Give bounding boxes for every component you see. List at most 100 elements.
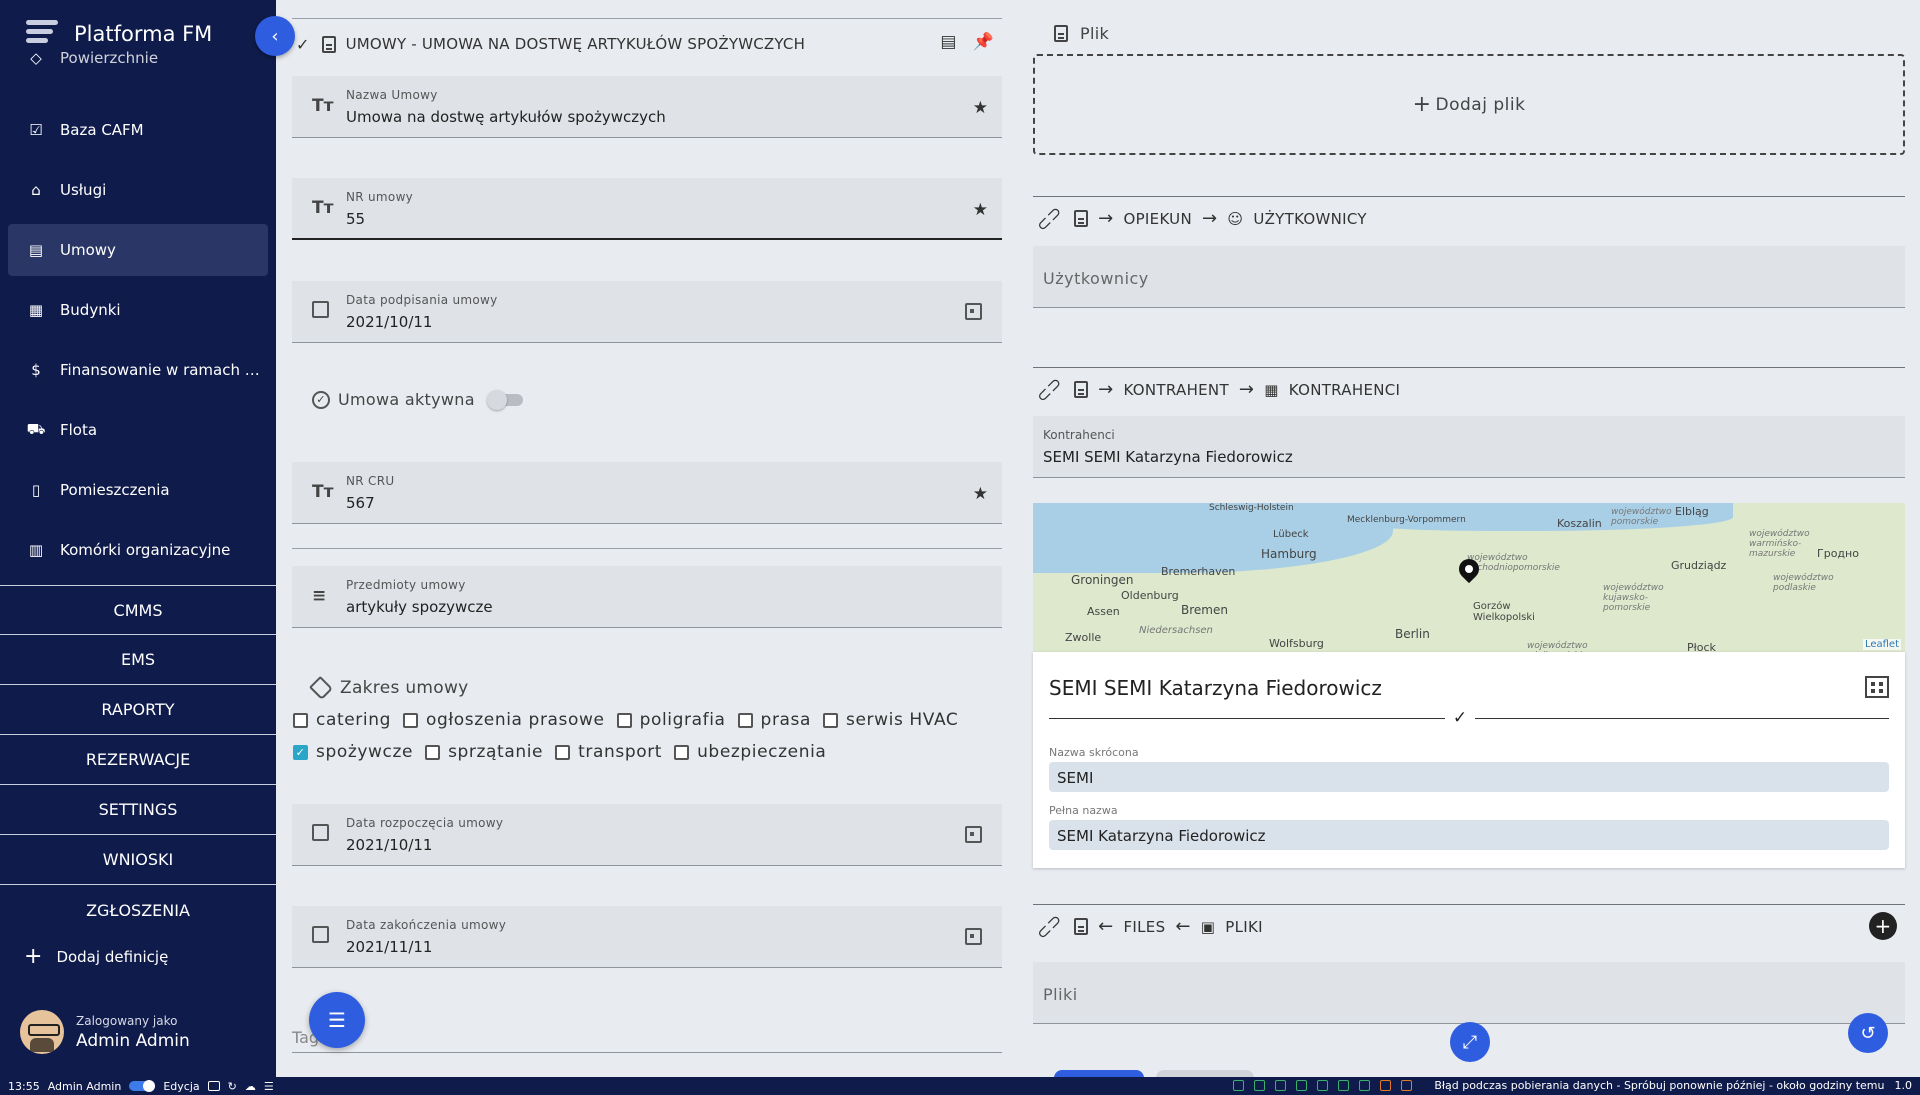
collapse-sidebar-button[interactable]: ‹ [255,16,295,56]
checkbox-ubezpieczenia[interactable]: ubezpieczenia [674,742,826,762]
document-icon [1074,918,1089,935]
divider [1033,367,1905,368]
card-title: SEMI SEMI Katarzyna Fiedorowicz [1049,676,1382,700]
date-picker-icon[interactable] [965,928,982,945]
checkbox-catering[interactable]: catering [293,710,391,730]
status-time: 13:55 [8,1079,40,1093]
file-dropzone[interactable]: + Dodaj plik [1033,54,1905,155]
checkbox-poligrafia[interactable]: poligrafia [616,710,726,730]
logout-icon[interactable] [207,1081,220,1091]
sidebar-group-wnioski[interactable]: WNIOSKI [0,835,276,885]
avatar [20,1010,64,1054]
map[interactable]: Schleswig-Holstein Mecklenburg-Vorpommer… [1033,503,1905,652]
receipt-icon[interactable]: ▤ [940,32,956,52]
document-icon [1074,210,1089,227]
sidebar-item-powierzchnie[interactable]: ◇ Powierzchnie [8,44,268,72]
building-icon[interactable] [1865,676,1889,698]
broom-icon: ⌂ [31,181,41,199]
sidebar-group-zgloszenia[interactable]: ZGŁOSZENIA [0,885,276,935]
edit-mode-toggle[interactable] [129,1080,156,1092]
star-icon[interactable]: ★ [973,200,988,220]
tag-icon [308,675,334,701]
star-icon[interactable]: ★ [973,98,988,118]
field-nazwa-umowy[interactable]: Tт Nazwa Umowy Umowa na dostwę artykułów… [292,76,1002,138]
short-name-label: Nazwa skrócona [1049,746,1139,759]
check-icon[interactable]: ✓ [296,35,310,54]
sidebar-group-ems[interactable]: EMS [0,635,276,685]
refresh-icon[interactable]: ↻ [228,1080,237,1093]
expand-button[interactable]: ⤢ [1450,1022,1490,1062]
uzytkownicy-field[interactable]: Użytkownicy [1033,246,1905,308]
notes-icon: ≡ [312,586,327,606]
user-panel[interactable]: Zalogowany jako Admin Admin [20,1010,190,1054]
cloud-icon[interactable]: ☁ [245,1080,256,1093]
chevron-left-icon: ‹ [271,25,279,47]
add-file-button[interactable]: + [1869,912,1897,940]
building-icon: ▦ [1264,380,1279,399]
field-przedmioty-umowy[interactable]: ≡ Przedmioty umowy artykuły spozywcze [292,566,1002,628]
umowa-aktywna-switch[interactable] [486,389,523,410]
field-data-rozpoczecia[interactable]: Data rozpoczęcia umowy 2021/10/11 [292,804,1002,866]
add-definition-button[interactable]: + Dodaj definicję [24,944,168,969]
document-icon [321,35,336,53]
zakres-umowy-label: Zakres umowy [340,678,469,698]
user-name: Admin Admin [76,1030,190,1051]
car-icon: ⛟ [26,420,46,438]
sidebar-item-umowy[interactable]: ▤ Umowy [8,224,268,276]
checkbox-sprzatanie[interactable]: sprzątanie [425,742,543,762]
text-field-icon: Tт [312,198,334,218]
data-rozpoczecia-value: 2021/10/11 [346,836,433,854]
menu-fab-button[interactable]: ☰ [309,992,365,1048]
map-attribution[interactable]: Leaflet [1862,639,1901,650]
arrow-left-icon: ← [1175,916,1191,937]
checkbox-serwis-hvac[interactable]: serwis HVAC [823,710,958,730]
paperclip-icon: ⊂⊃ [1032,201,1067,236]
kontrahenci-value: SEMI SEMI Katarzyna Fiedorowicz [1043,448,1293,466]
checkbox-prasa[interactable]: prasa [737,710,811,730]
form-header: ✓ UMOWY - UMOWA NA DOSTWĘ ARTYKUŁÓW SPOŻ… [296,30,1002,58]
tagi-underline [292,1052,1002,1053]
sidebar-item-finansowanie[interactable]: $ Finansowanie w ramach p... [8,344,268,396]
sidebar-group-rezerwacje[interactable]: REZERWACJE [0,735,276,785]
kontrahenci-field[interactable]: Kontrahenci SEMI SEMI Katarzyna Fiedorow… [1033,416,1905,478]
field-data-podpisania[interactable]: Data podpisania umowy 2021/10/11 [292,281,1002,343]
sidebar-item-budynki[interactable]: ▦ Budynki [8,284,268,336]
pliki-field[interactable]: Pliki [1033,962,1905,1024]
sidebar-group-raporty[interactable]: RAPORTY [0,685,276,735]
arrow-left-icon: ← [1098,916,1114,937]
date-picker-icon[interactable] [965,826,982,843]
sidebar-group-cmms[interactable]: CMMS [0,585,276,635]
relation-opiekun: ⊂⊃ → OPIEKUN → ☺ UŻYTKOWNICY [1032,201,1377,236]
checkbox-transport[interactable]: transport [555,742,662,762]
text-field-icon: Tт [312,96,334,116]
kontrahent-card: SEMI SEMI Katarzyna Fiedorowicz ✓ Nazwa … [1033,652,1905,868]
status-indicator-icon [1401,1080,1413,1091]
field-nr-cru[interactable]: Tт NR CRU 567 ★ [292,462,1002,524]
user-caption: Zalogowany jako [76,1013,178,1028]
date-picker-icon[interactable] [965,303,982,320]
status-user: Admin Admin [47,1079,122,1093]
field-data-zakonczenia[interactable]: Data zakończenia umowy 2021/11/11 [292,906,1002,968]
star-icon[interactable]: ★ [973,484,988,504]
field-nr-umowy[interactable]: Tт NR umowy 55 ★ [292,178,1002,240]
checkbox-ogloszenia[interactable]: ogłoszenia prasowe [402,710,605,730]
sidebar-item-komorki[interactable]: ▥ Komórki organizacyjne [8,524,268,576]
plus-icon: + [1412,92,1432,117]
face-icon: ☺ [1227,209,1244,228]
file-icon [1054,25,1068,42]
menu-icon[interactable]: ☰ [264,1080,274,1093]
sidebar-item-flota[interactable]: ⛟ Flota [8,404,268,456]
checkbox-spozywcze[interactable]: ✓ spożywcze [293,742,413,762]
history-button[interactable]: ↺ [1848,1013,1888,1053]
status-message: Błąd podczas pobierania danych - Spróbuj… [1434,1079,1885,1092]
pin-icon[interactable]: 📌 [973,32,994,52]
sidebar-item-baza-cafm[interactable]: ☑ Baza CAFM [8,104,268,156]
plik-label: Plik [1080,24,1110,43]
sidebar-item-pomieszczenia[interactable]: ▯ Pomieszczenia [8,464,268,516]
uzytkownicy-placeholder: Użytkownicy [1043,269,1149,288]
sidebar-item-uslugi[interactable]: ⌂ Usługi [8,164,268,216]
check-icon: ✓ [1445,708,1475,728]
status-indicator-icon [1317,1080,1329,1091]
sidebar-group-settings[interactable]: SETTINGS [0,785,276,835]
zakres-row-1: catering ogłoszenia prasowe poligrafia p… [293,710,970,730]
